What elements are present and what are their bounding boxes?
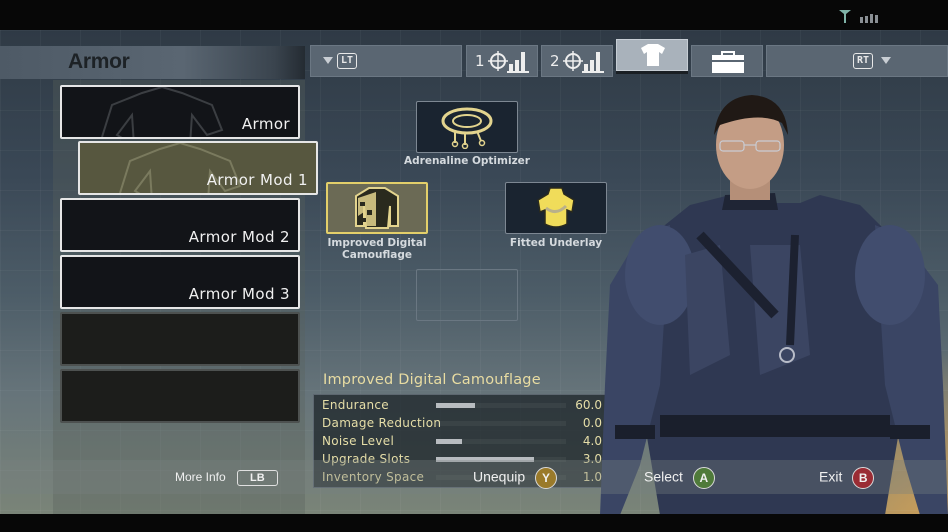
signal-bars-icon	[860, 14, 878, 23]
fitted-underlay-icon	[537, 187, 575, 228]
stat-bar-track	[436, 439, 566, 444]
hint-label: Exit	[819, 468, 843, 485]
stats-title: Improved Digital Camouflage	[323, 372, 541, 388]
unequip-hint[interactable]: Unequip Y	[473, 467, 558, 489]
slot-armor-mod-2[interactable]: Armor Mod 2	[60, 198, 300, 252]
tab-inventory[interactable]	[691, 45, 763, 77]
secondary-weapon-icon	[563, 51, 604, 73]
stat-name: Damage Reduction	[322, 416, 442, 430]
stat-row: Noise Level 4.0	[314, 432, 608, 450]
mod-fitted-underlay[interactable]	[505, 182, 607, 234]
stat-name: Endurance	[322, 398, 389, 412]
tab-weapon-1[interactable]: 1	[466, 45, 538, 77]
character-model[interactable]	[600, 85, 948, 514]
slot-empty	[60, 312, 300, 366]
slot-label: Armor	[241, 115, 290, 133]
stat-bar-fill	[436, 439, 462, 444]
panel-title-bar	[0, 46, 305, 79]
mod-name: Improved Digital Camouflage	[327, 237, 427, 261]
stat-bar-track	[436, 403, 566, 408]
tab-number: 1	[475, 52, 485, 70]
select-hint[interactable]: Select A	[644, 467, 715, 489]
stat-name: Noise Level	[322, 434, 395, 448]
triangle-right-icon	[881, 57, 891, 64]
slot-label: Armor Mod 1	[206, 171, 308, 189]
signal-tower-icon	[839, 10, 851, 23]
armor-silhouette-icon	[101, 87, 224, 137]
slot-label: Armor Mod 2	[188, 228, 290, 246]
mod-adrenaline-optimizer[interactable]	[416, 101, 518, 153]
lb-button-glyph: LB	[237, 470, 278, 486]
mod-slot-empty	[416, 269, 518, 321]
status-bar	[0, 0, 948, 30]
stat-value: 60.0	[575, 398, 602, 412]
stat-row: Damage Reduction 0.0	[314, 414, 608, 432]
tab-weapon-2[interactable]: 2	[541, 45, 613, 77]
stat-bar-track	[436, 421, 566, 426]
slot-armor-mod-3[interactable]: Armor Mod 3	[60, 255, 300, 309]
exit-hint[interactable]: Exit B	[819, 467, 875, 489]
stat-row: Endurance 60.0	[314, 396, 608, 414]
slot-label: Armor Mod 3	[188, 285, 290, 303]
primary-weapon-icon	[488, 51, 529, 73]
mod-name: Adrenaline Optimizer	[404, 155, 530, 167]
hint-label: Unequip	[473, 468, 526, 485]
slot-armor[interactable]: Armor	[60, 85, 300, 139]
mod-improved-digital-camouflage[interactable]	[326, 182, 428, 234]
tab-rt[interactable]: RT	[766, 45, 948, 77]
more-info-hint[interactable]: More Info LB	[175, 470, 278, 486]
armor-shirt-icon	[641, 44, 665, 66]
lt-button-glyph: LT	[337, 53, 358, 69]
b-button-icon: B	[852, 467, 875, 489]
y-button-icon: Y	[535, 467, 558, 489]
digital-camouflage-icon	[355, 187, 399, 229]
loadout-screen: Armor LT 1 2 RT Armor Armor Mod 1 Armor …	[0, 30, 948, 514]
tab-number: 2	[550, 52, 560, 70]
slot-empty	[60, 369, 300, 423]
stat-bar-fill	[436, 403, 475, 408]
briefcase-icon	[712, 51, 744, 73]
tab-lt[interactable]: LT	[310, 45, 462, 77]
adrenaline-optimizer-icon	[441, 107, 493, 149]
panel-title: Armor	[68, 50, 130, 73]
hint-label: Select	[644, 468, 683, 485]
letterbox-bottom	[0, 514, 948, 532]
a-button-icon: A	[692, 467, 715, 489]
triangle-left-icon	[323, 57, 333, 64]
slot-armor-mod-1[interactable]: Armor Mod 1	[78, 141, 318, 195]
rt-button-glyph: RT	[853, 53, 874, 69]
tab-armor[interactable]	[616, 39, 688, 71]
hint-label: More Info	[175, 470, 226, 484]
